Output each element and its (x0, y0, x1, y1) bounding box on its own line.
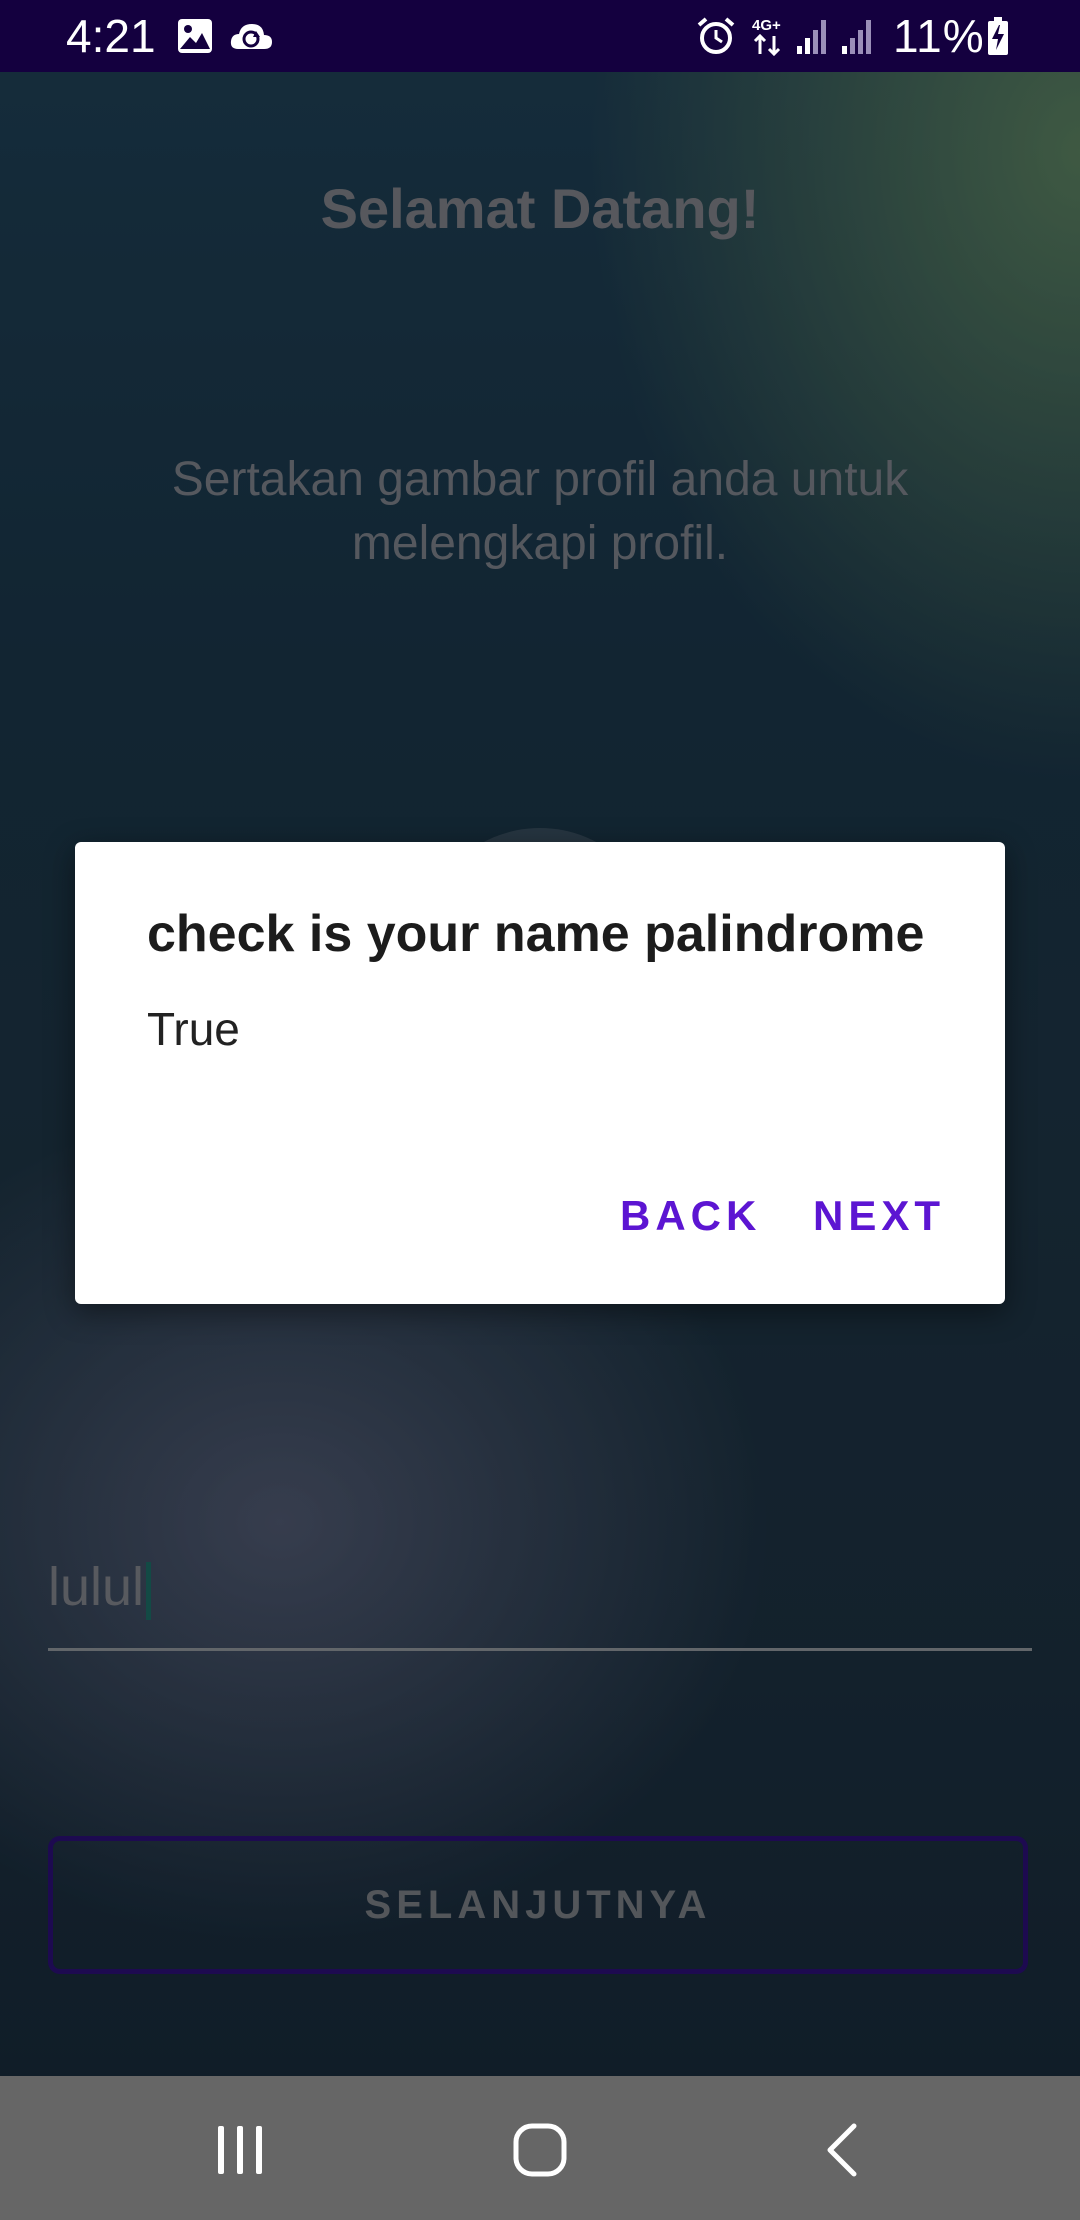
dialog-title: check is your name palindrome (147, 905, 925, 963)
battery-percent: 11% (893, 10, 985, 62)
gallery-icon (178, 19, 212, 53)
status-time: 4:21 (66, 10, 156, 62)
dialog-next-button[interactable]: NEXT (813, 1192, 945, 1240)
network-4g-icon: 4G+ (752, 17, 781, 56)
status-bar: 4:21 4G+ 11% (0, 0, 1080, 72)
phone-screen: 4:21 4G+ 11% Selamat Datang! Sertakan ga… (0, 0, 1080, 2220)
navigation-bar (0, 2076, 1080, 2220)
back-icon[interactable] (814, 2120, 874, 2180)
dialog-back-button[interactable]: BACK (620, 1192, 761, 1240)
alarm-icon (697, 17, 735, 54)
dialog-message: True (147, 1003, 240, 1055)
home-icon[interactable] (510, 2120, 570, 2180)
palindrome-dialog: check is your name palindrome True BACK … (75, 842, 1005, 1304)
svg-text:4G+: 4G+ (752, 17, 781, 34)
signal-icon (797, 20, 826, 54)
signal-icon-2 (842, 20, 871, 54)
battery-charging-icon (988, 17, 1008, 55)
recent-apps-icon[interactable] (210, 2120, 270, 2180)
cloud-sync-icon (230, 24, 272, 49)
